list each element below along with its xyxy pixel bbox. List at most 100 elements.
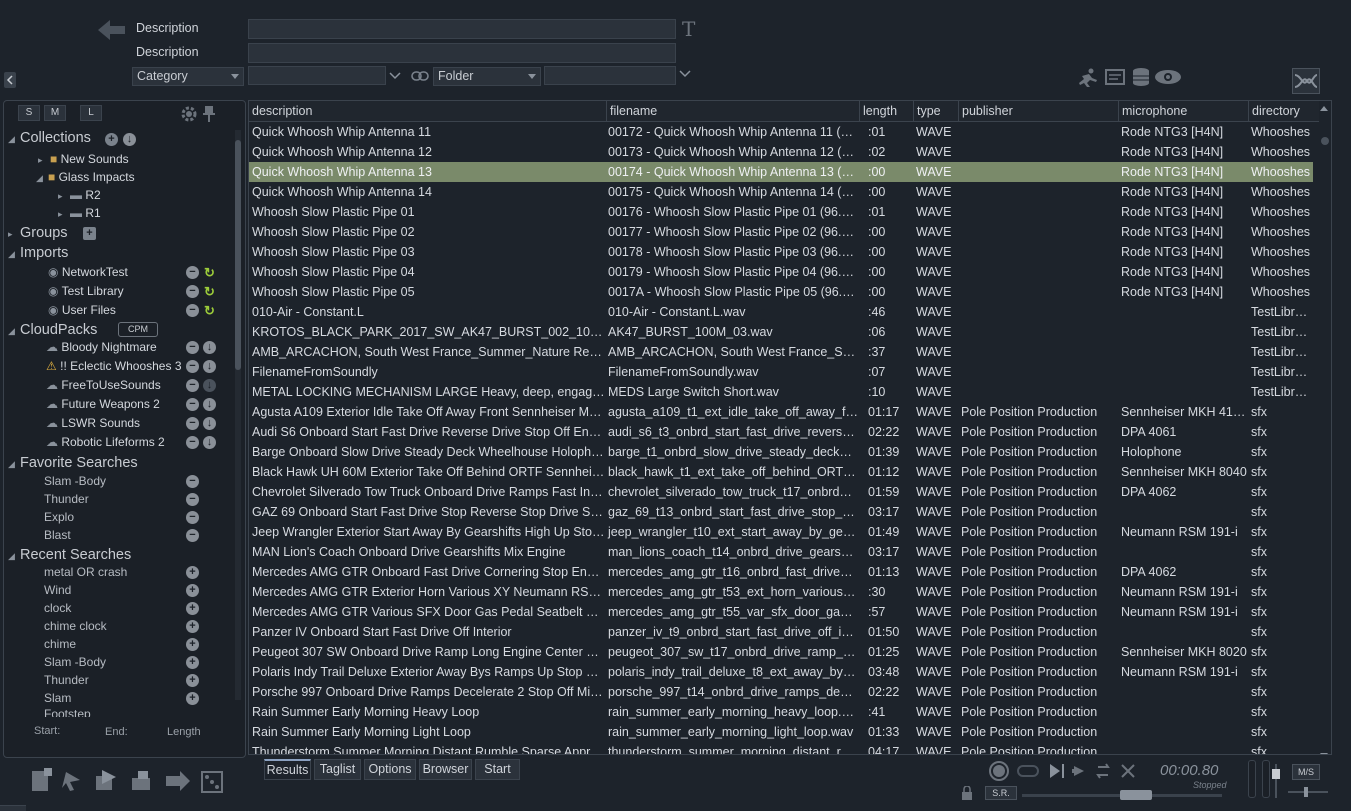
collections-header[interactable]: ◢ Collections [8,129,91,147]
notes-icon[interactable] [1104,68,1126,88]
refresh-import-icon[interactable]: ↻ [203,304,216,317]
cloudpack-robotic-lifeforms[interactable]: ☁ Robotic Lifeforms 2 [46,433,165,451]
remove-cloudpack-icon[interactable]: − [186,379,199,392]
collection-glass-impacts[interactable]: ◢ ■ Glass Impacts [36,168,135,186]
table-row[interactable]: Panzer IV Onboard Start Fast Drive Off I… [249,622,1313,642]
column-header-microphone[interactable]: microphone [1119,101,1249,122]
collection-new-sounds[interactable]: ▸ ■ New Sounds [38,150,129,168]
download-cloudpack-icon[interactable]: ↓ [203,360,216,373]
gear-icon[interactable] [180,105,198,123]
folder-chevron-icon[interactable] [679,68,691,78]
recent-search-item[interactable]: Slam -Body [44,653,106,671]
table-row[interactable]: Whoosh Slow Plastic Pipe 03 00178 - Whoos… [249,242,1313,262]
download-cloudpack-icon[interactable]: ↓ [203,379,216,392]
category-chevron-icon[interactable] [389,70,401,80]
collection-r2[interactable]: ▸ ▬ R2 [58,186,101,204]
add-favorite-icon[interactable]: + [186,692,199,705]
table-row[interactable]: Audi S6 Onboard Start Fast Drive Reverse… [249,422,1313,442]
download-cloudpack-icon[interactable]: ↓ [203,398,216,411]
cloudpack-bloody-nightmare[interactable]: ☁ Bloody Nightmare [46,338,157,356]
table-row[interactable]: FilenameFromSoundly FilenameFromSoundly.w… [249,362,1314,382]
favorite-search-item[interactable]: Slam -Body [44,472,106,490]
send-to-daw-icon[interactable] [164,768,192,794]
import-user-files[interactable]: ◉ User Files [48,301,116,319]
back-arrow-icon[interactable] [98,18,126,42]
add-favorite-icon[interactable]: + [186,602,199,615]
download-cloudpack-icon[interactable]: ↓ [203,341,216,354]
cpm-button[interactable]: CPM [118,322,158,337]
remove-import-icon[interactable]: − [186,266,199,279]
table-row[interactable]: Jeep Wrangler Exterior Start Away By Gea… [249,522,1313,542]
remove-favorite-icon[interactable]: − [186,511,199,524]
column-header-publisher[interactable]: publisher [959,101,1119,122]
recent-search-item[interactable]: metal OR crash [44,563,127,581]
text-mode-icon[interactable]: T [682,17,695,41]
tab-options[interactable]: Options [364,759,416,780]
table-row[interactable]: Quick Whoosh Whip Antenna 13 00174 - Quic… [249,162,1313,182]
tab-results[interactable]: Results [264,759,311,780]
add-favorite-icon[interactable]: + [186,638,199,651]
scroll-up-icon[interactable] [1319,103,1329,113]
lock-icon[interactable] [961,785,973,800]
download-cloudpack-icon[interactable]: ↓ [203,436,216,449]
link-icon[interactable] [411,68,429,84]
size-small-button[interactable]: S [18,105,40,121]
running-man-icon[interactable] [1077,68,1101,88]
table-row[interactable]: Barge Onboard Slow Drive Steady Deck Whe… [249,442,1313,462]
tab-taglist[interactable]: Taglist [314,759,361,780]
eye-icon[interactable] [1154,69,1182,85]
mid-side-button[interactable]: M/S [1292,764,1320,780]
add-favorite-icon[interactable]: + [186,566,199,579]
column-header-type[interactable]: type [914,101,959,122]
table-row[interactable]: Polaris Indy Trail Deluxe Exterior Away … [249,662,1313,682]
play-next-icon[interactable] [1070,760,1092,782]
cloudpack-lswr-sounds[interactable]: ☁ LSWR Sounds [46,414,140,432]
play-icon[interactable] [1046,760,1066,782]
left-panel-scrollbar[interactable] [235,130,241,700]
add-collection-icon[interactable]: + [105,133,118,146]
new-list-icon[interactable] [30,768,52,794]
table-row[interactable]: Rain Summer Early Morning Light Loop rain… [249,722,1313,742]
table-row[interactable]: Agusta A109 Exterior Idle Take Off Away … [249,402,1313,422]
column-header-filename[interactable]: filename [607,101,860,122]
size-medium-button[interactable]: M [44,105,66,121]
table-row[interactable]: Chevrolet Silverado Tow Truck Onboard Dr… [249,482,1313,502]
volume-slider[interactable] [1272,764,1280,798]
import-test-library[interactable]: ◉ Test Library [48,282,124,300]
pin-icon[interactable] [202,105,216,123]
remove-cloudpack-icon[interactable]: − [186,417,199,430]
export-icon[interactable] [94,768,116,794]
shuffle-icon[interactable] [1120,760,1142,782]
random-icon[interactable] [200,768,224,794]
recent-search-item[interactable]: Thunder [44,671,89,689]
cloudpacks-header[interactable]: ◢ CloudPacks [8,321,97,339]
column-header-description[interactable]: description [249,101,607,122]
recent-search-item[interactable]: clock [44,599,71,617]
table-row[interactable]: Mercedes AMG GTR Onboard Fast Drive Corn… [249,562,1313,582]
import-networktest[interactable]: ◉ NetworkTest [48,263,128,281]
favorite-search-item[interactable]: Thunder [44,490,89,508]
refresh-import-icon[interactable]: ↻ [203,266,216,279]
add-favorite-icon[interactable]: + [186,656,199,669]
pan-slider[interactable] [1288,786,1328,798]
scrollbar-thumb[interactable] [235,140,241,370]
recent-searches-header[interactable]: ◢ Recent Searches [8,546,131,564]
table-row[interactable]: AMB_ARCACHON, South West France_Summer_N… [249,342,1314,362]
description-input-1[interactable] [248,19,676,39]
collection-r1[interactable]: ▸ ▬ R1 [58,204,101,222]
table-row[interactable]: KROTOS_BLACK_PARK_2017_SW_AK47_BURST_002… [249,322,1314,342]
remove-cloudpack-icon[interactable]: − [186,341,199,354]
recent-search-item[interactable]: Wind [44,581,71,599]
recent-search-item[interactable]: chime clock [44,617,107,635]
pointer-icon[interactable] [62,768,84,794]
cloudpack-future-weapons[interactable]: ☁ Future Weapons 2 [46,395,160,413]
table-row[interactable]: Whoosh Slow Plastic Pipe 05 0017A - Whoos… [249,282,1313,302]
add-group-icon[interactable]: + [83,227,96,240]
refresh-import-icon[interactable]: ↻ [203,285,216,298]
favorite-search-item[interactable]: Blast [44,526,71,544]
playback-position-handle[interactable] [1120,790,1152,800]
add-favorite-icon[interactable]: + [186,620,199,633]
folder-dropdown[interactable]: Folder [433,67,541,86]
folder-value-input[interactable] [544,66,676,85]
database-icon[interactable] [1131,67,1151,87]
